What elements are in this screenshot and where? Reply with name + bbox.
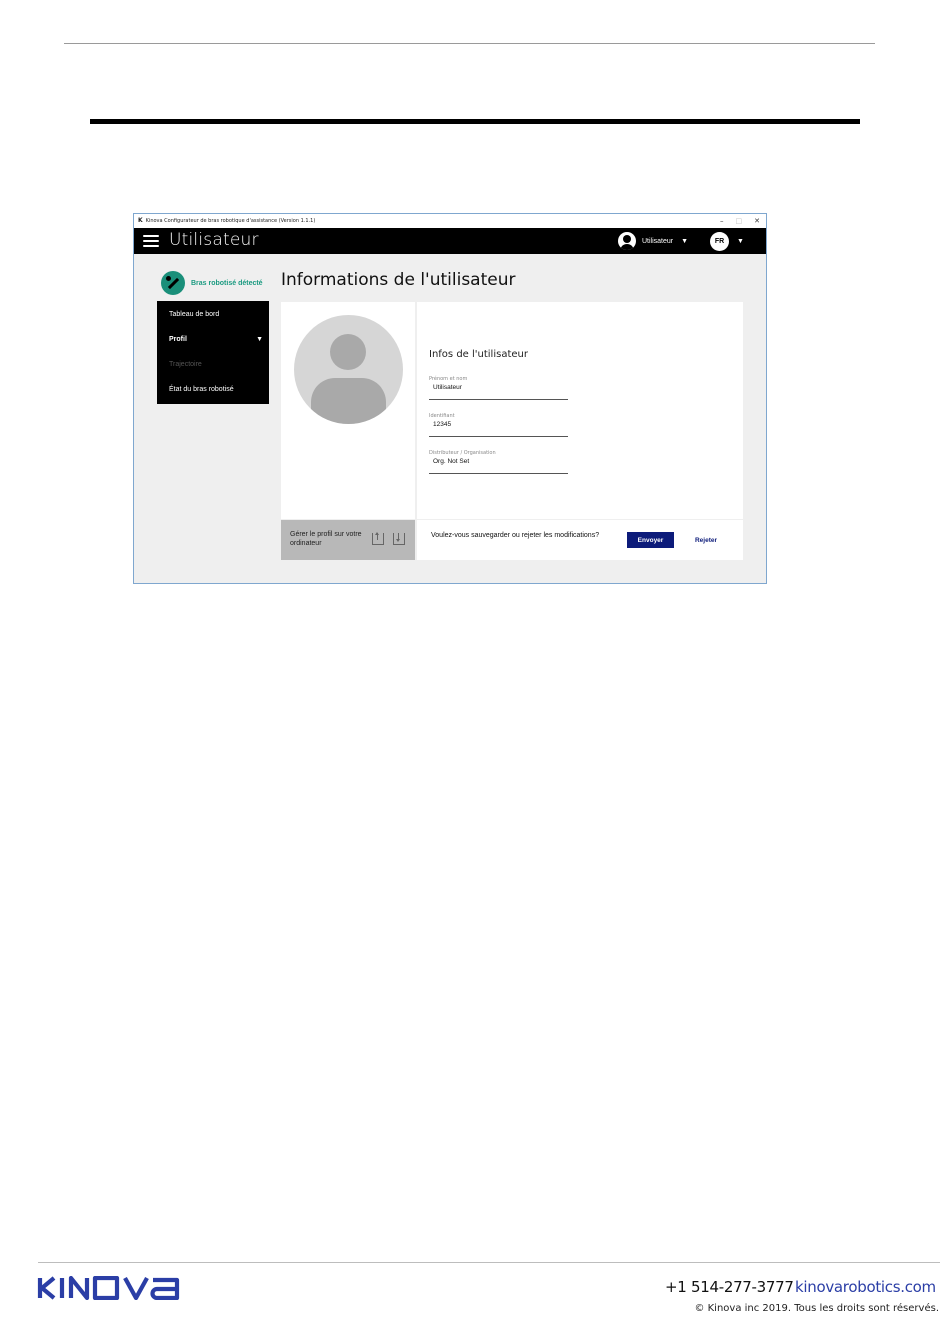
- language-selector[interactable]: FR ▼: [710, 232, 744, 251]
- maximize-button[interactable]: □: [736, 214, 743, 228]
- chevron-down-icon: ▼: [737, 238, 744, 245]
- window-controls: – □ ✕: [720, 214, 760, 228]
- organization-field[interactable]: Distributeur / Organisation Org. Not Set: [429, 450, 568, 474]
- avatar-body-icon: [311, 378, 386, 424]
- name-field-value: Utilisateur: [433, 384, 462, 391]
- send-button[interactable]: Envoyer: [627, 532, 674, 548]
- manage-profile-panel: Gérer le profil sur votre ordinateur: [281, 520, 415, 560]
- organization-field-value: Org. Not Set: [433, 458, 470, 465]
- sidebar-item-label: Profil: [169, 336, 187, 343]
- section-title-bar: [90, 119, 860, 124]
- identifier-field-value: 12345: [433, 421, 452, 428]
- sidebar-item-robot-state[interactable]: État du bras robotisé: [157, 382, 269, 407]
- chevron-down-icon: ▼: [256, 336, 263, 343]
- minimize-button[interactable]: –: [720, 214, 724, 228]
- chevron-down-icon: ▼: [681, 237, 689, 245]
- sidebar-nav: Tableau de bord Profil ▼ Trajectoire Éta…: [157, 301, 269, 404]
- user-account-icon: [618, 232, 636, 250]
- identifier-field[interactable]: Identifiant 12345: [429, 413, 568, 437]
- user-menu[interactable]: Utilisateur ▼: [618, 232, 688, 250]
- robot-status: Bras robotisé détecté: [161, 271, 263, 295]
- name-field-label: Prénom et nom: [429, 376, 468, 382]
- robot-arm-icon: [161, 271, 185, 295]
- user-info-panel: Infos de l'utilisateur Prénom et nom Uti…: [417, 302, 743, 519]
- sidebar-item-profile[interactable]: Profil ▼: [157, 332, 269, 357]
- avatar-panel: [281, 302, 415, 519]
- copyright: © Kinova inc 2019. Tous les droits sont …: [694, 1303, 939, 1314]
- window-logo-icon: K: [138, 217, 143, 224]
- manage-profile-label: Gérer le profil sur votre ordinateur: [290, 531, 362, 547]
- contact-phone: +1 514-277-3777: [665, 1278, 794, 1296]
- organization-field-label: Distributeur / Organisation: [429, 450, 496, 456]
- window-title: Kinova Configurateur de bras robotique d…: [145, 218, 316, 224]
- sidebar-item-dashboard[interactable]: Tableau de bord: [157, 307, 269, 332]
- avatar: [294, 315, 403, 424]
- footer-rule: [38, 1262, 940, 1263]
- app-window: K Kinova Configurateur de bras robotique …: [133, 213, 767, 584]
- save-prompt: Voulez-vous sauvegarder ou rejeter les m…: [431, 532, 600, 539]
- language-badge: FR: [710, 232, 729, 251]
- kinova-logo: [37, 1275, 182, 1305]
- close-button[interactable]: ✕: [754, 214, 760, 228]
- name-field[interactable]: Prénom et nom Utilisateur: [429, 376, 568, 400]
- sidebar-item-trajectory: Trajectoire: [169, 361, 202, 368]
- page-header-rule: [64, 43, 875, 44]
- save-changes-panel: Voulez-vous sauvegarder ou rejeter les m…: [417, 520, 743, 560]
- avatar-head-icon: [330, 334, 366, 370]
- website-link[interactable]: kinovarobotics.com: [795, 1278, 936, 1296]
- user-menu-label: Utilisateur: [642, 237, 674, 245]
- upload-icon[interactable]: [372, 532, 384, 545]
- window-titlebar: K Kinova Configurateur de bras robotique …: [134, 214, 766, 228]
- reject-button[interactable]: Rejeter: [687, 532, 725, 548]
- app-header: Utilisateur Utilisateur ▼ FR ▼: [134, 228, 766, 254]
- user-info-title: Infos de l'utilisateur: [429, 349, 528, 360]
- hamburger-menu-icon[interactable]: [143, 235, 159, 247]
- header-title: Utilisateur: [169, 230, 259, 250]
- robot-status-label: Bras robotisé détecté: [191, 279, 263, 287]
- identifier-field-label: Identifiant: [429, 413, 455, 419]
- page-title: Informations de l'utilisateur: [281, 270, 516, 290]
- download-icon[interactable]: [393, 533, 405, 545]
